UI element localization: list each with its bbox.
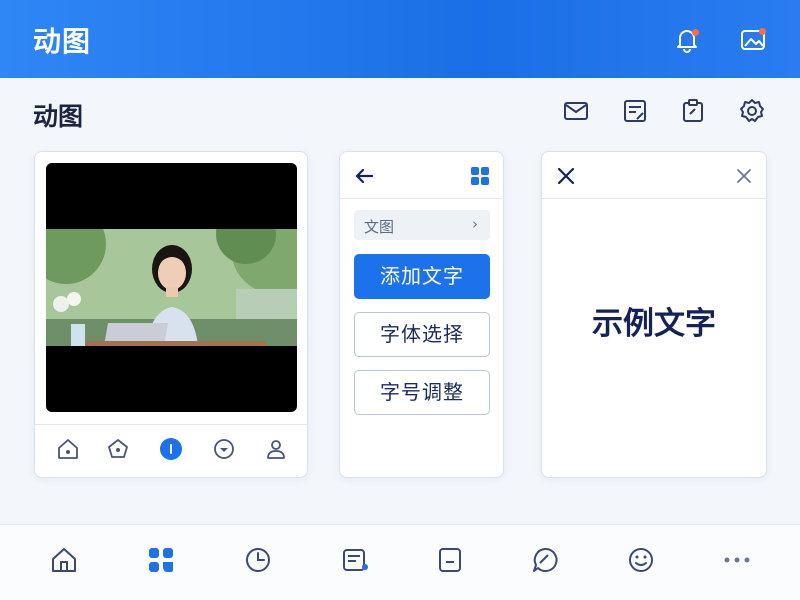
font-size-button[interactable]: 字号调整 [354, 370, 490, 415]
add-text-button[interactable]: 添加文字 [354, 254, 490, 299]
grid-icon[interactable] [469, 165, 491, 187]
user-icon[interactable] [264, 437, 288, 461]
text-tools-panel: 文图 › 添加文字 字体选择 字号调整 [339, 151, 504, 478]
chevron-down-circle-icon[interactable] [212, 437, 236, 461]
page-title: 动图 [33, 102, 84, 131]
image-badge-dot [759, 28, 766, 35]
photo-of-woman-with-laptop [46, 229, 297, 346]
info-icon[interactable] [159, 437, 183, 461]
chevron-right-icon: › [472, 215, 478, 233]
panel-header-divider [340, 198, 503, 199]
breadcrumb-label: 文图 [364, 218, 395, 236]
apps-icon[interactable] [146, 545, 176, 575]
panel-header-divider [542, 198, 766, 199]
edit-note-icon[interactable] [621, 97, 649, 125]
gear-icon[interactable] [738, 97, 766, 125]
note-icon[interactable] [340, 545, 370, 575]
clock-icon[interactable] [243, 545, 273, 575]
chat-icon[interactable] [530, 545, 560, 575]
notification-dot [692, 29, 699, 36]
back-arrow-icon[interactable] [353, 165, 375, 187]
pentagon-icon[interactable] [106, 437, 130, 461]
text-preview-panel: 示例文字 [541, 151, 767, 478]
font-select-button[interactable]: 字体选择 [354, 312, 490, 357]
smile-icon[interactable] [626, 545, 656, 575]
card-divider [35, 424, 307, 425]
close-icon[interactable] [556, 166, 576, 186]
breadcrumb[interactable]: 文图 › [354, 210, 490, 240]
video-player[interactable] [46, 163, 297, 412]
home-icon[interactable] [49, 545, 79, 575]
close-icon[interactable] [735, 167, 753, 185]
mail-icon[interactable] [562, 97, 590, 125]
media-preview-card [34, 151, 308, 478]
home-icon[interactable] [56, 437, 80, 461]
app-header: 动图 [0, 0, 800, 78]
document-icon[interactable] [435, 545, 465, 575]
clipboard-icon[interactable] [679, 97, 707, 125]
app-title: 动图 [33, 25, 92, 58]
bottom-navigation [0, 524, 800, 600]
more-icon[interactable] [722, 545, 752, 575]
sample-text: 示例文字 [592, 306, 716, 342]
